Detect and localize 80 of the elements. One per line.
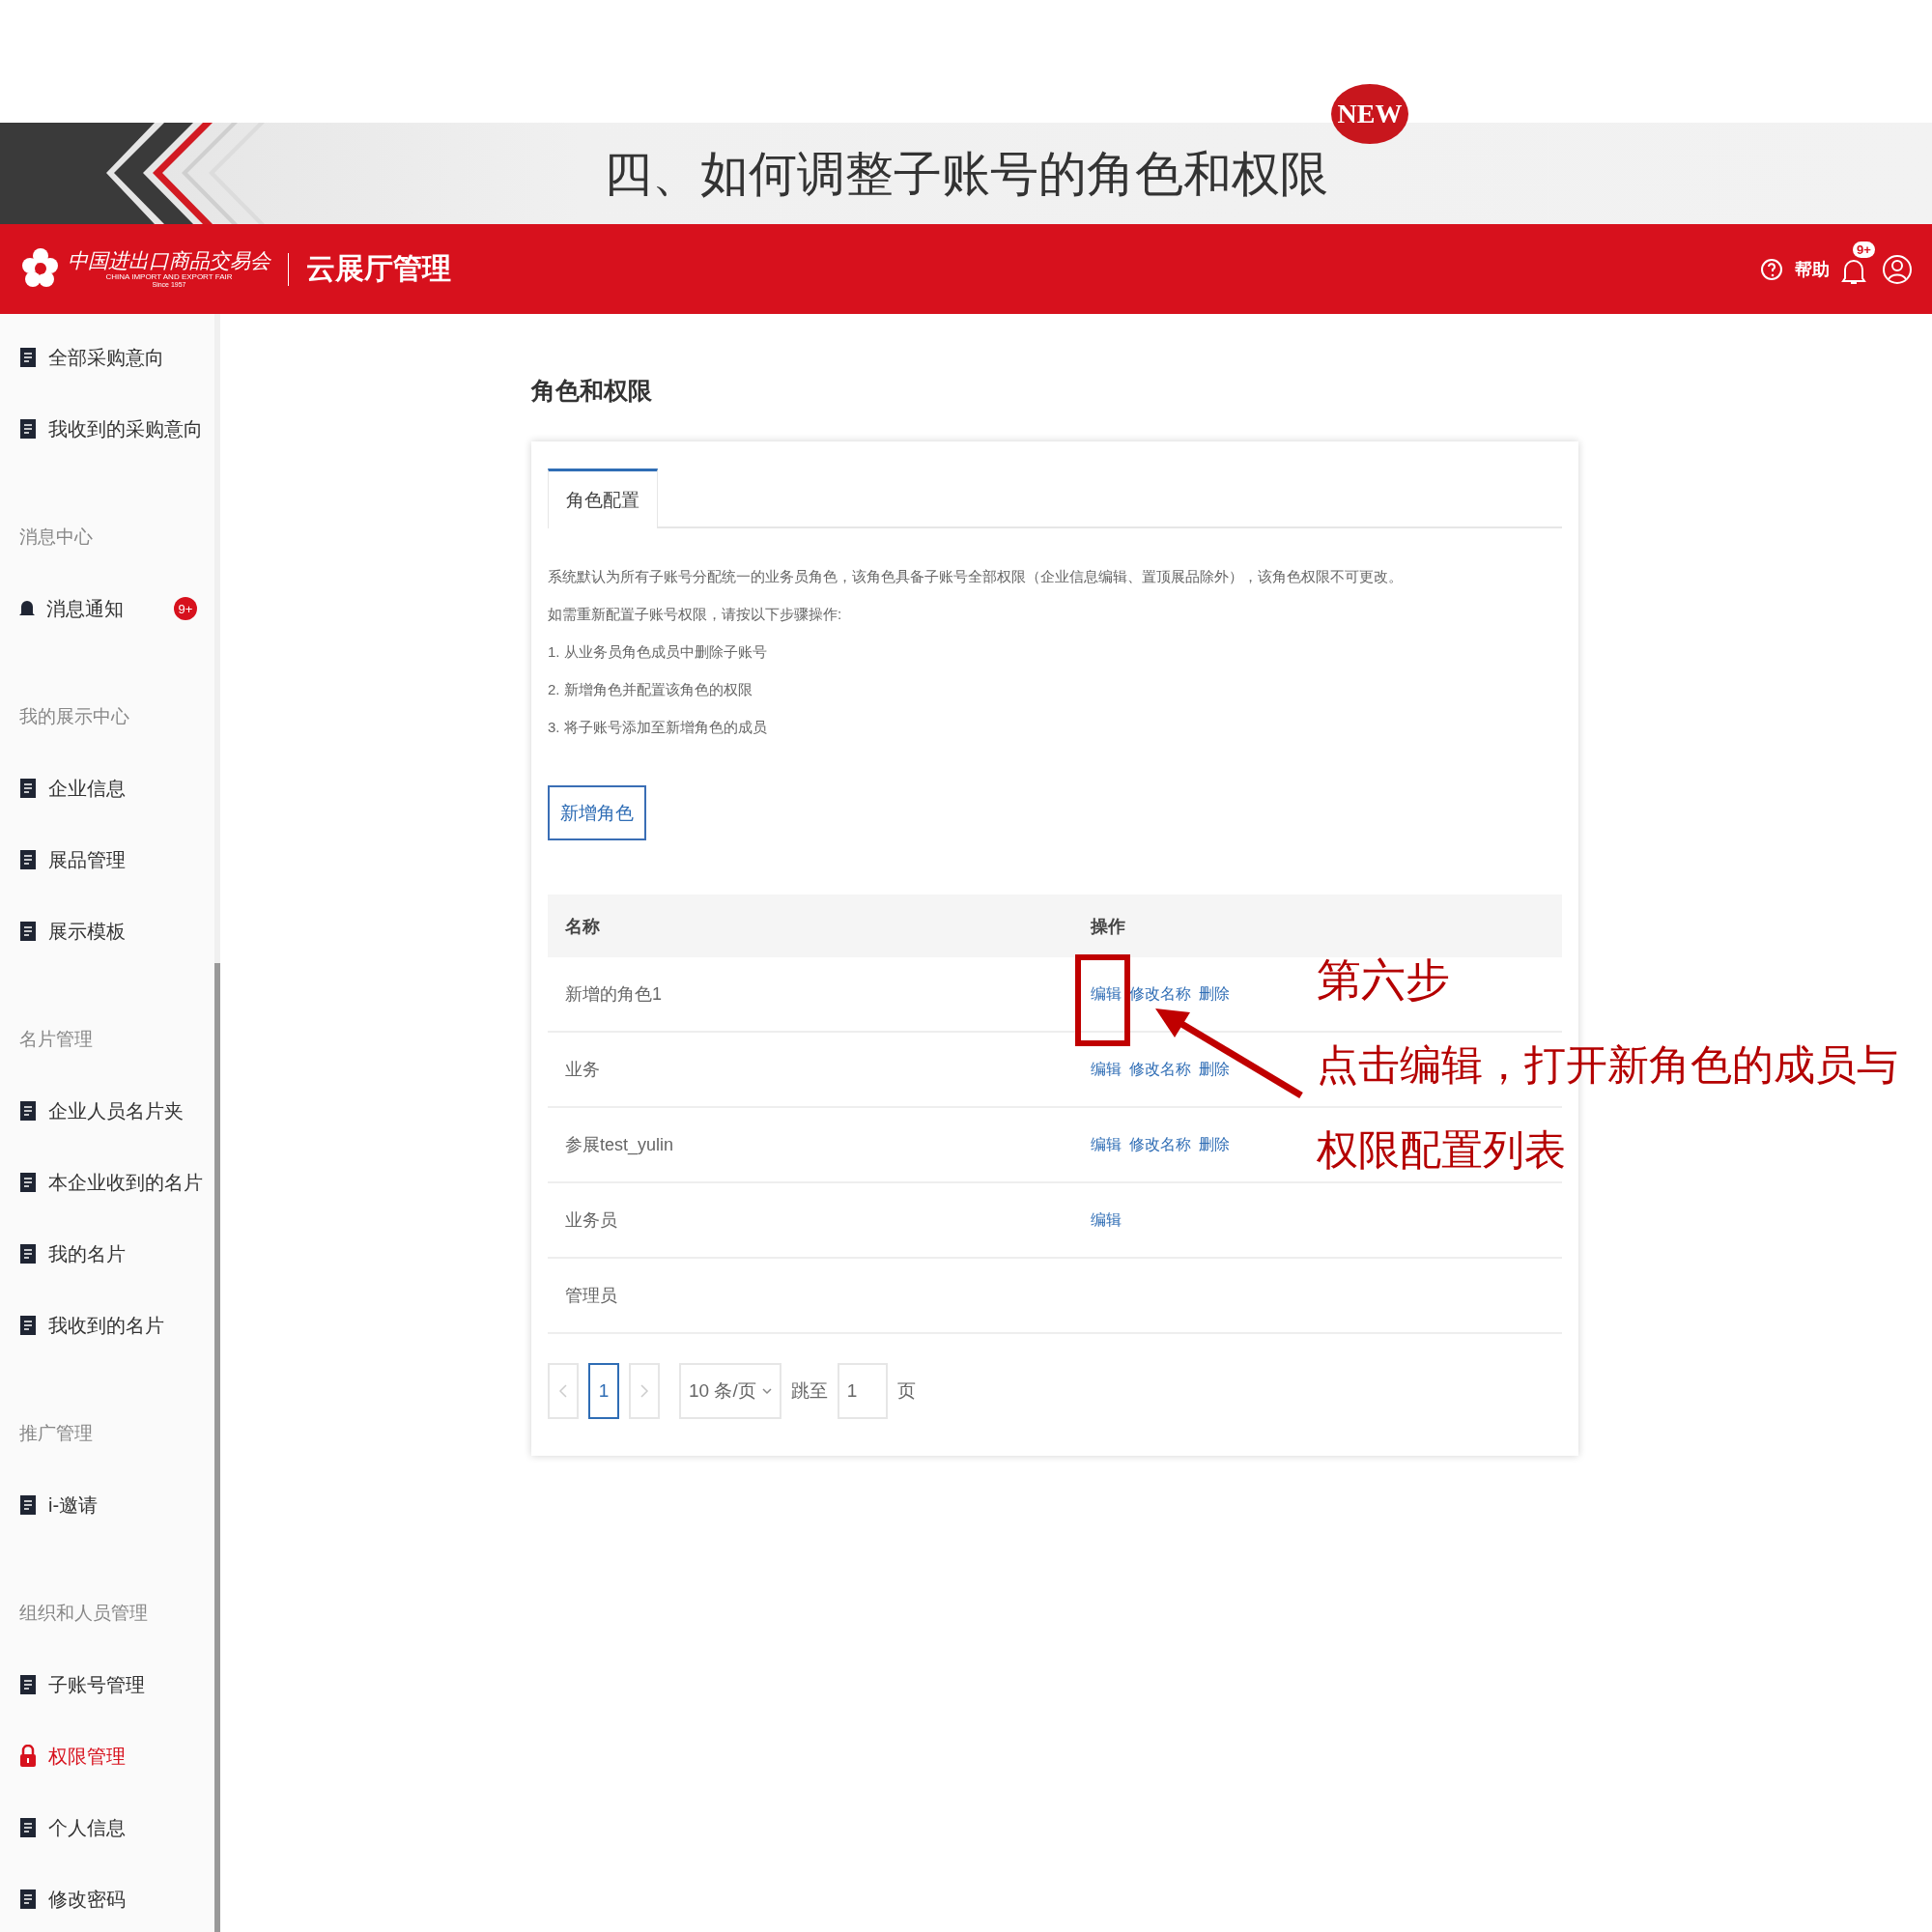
- tab[interactable]: 角色配置: [548, 469, 658, 528]
- action-link[interactable]: 修改名称: [1129, 985, 1191, 1002]
- document-icon: [19, 1100, 37, 1122]
- page-size-select[interactable]: 10 条/页: [679, 1363, 781, 1419]
- sidebar-section-label: 消息中心: [18, 526, 94, 549]
- role-name: 参展test_yulin: [565, 1135, 674, 1154]
- document-icon: [19, 1494, 37, 1516]
- new-badge: NEW: [1331, 84, 1408, 144]
- sidebar-item[interactable]: 我收到的采购意向: [48, 415, 203, 442]
- sidebar-item[interactable]: i-邀请: [48, 1492, 99, 1519]
- action-link[interactable]: 编辑: [1091, 985, 1122, 1002]
- document-icon: [19, 1172, 37, 1193]
- document-icon: [19, 347, 37, 368]
- sidebar-section-label: 组织和人员管理: [18, 1602, 149, 1625]
- page-title: 角色和权限: [531, 376, 653, 406]
- document-icon: [19, 1243, 37, 1264]
- goto-label: 跳至: [790, 1379, 828, 1403]
- column-header: 名称: [565, 916, 600, 936]
- sidebar-item[interactable]: 我收到的名片: [48, 1312, 164, 1339]
- document-icon: [19, 418, 37, 440]
- lock-icon: [19, 1745, 37, 1768]
- intro-text: 1. 从业务员角色成员中删除子账号: [548, 642, 768, 662]
- action-link[interactable]: 删除: [1199, 1061, 1230, 1077]
- sidebar-item[interactable]: 个人信息: [48, 1814, 126, 1841]
- sidebar-item[interactable]: 子账号管理: [48, 1671, 145, 1698]
- action-link[interactable]: 删除: [1199, 985, 1230, 1002]
- sidebar-item[interactable]: 企业人员名片夹: [48, 1097, 184, 1124]
- action-link[interactable]: 修改名称: [1129, 1061, 1191, 1077]
- action-link[interactable]: 编辑: [1091, 1211, 1122, 1228]
- action-link[interactable]: 修改名称: [1129, 1136, 1191, 1152]
- sidebar-section-label: 推广管理: [18, 1422, 94, 1445]
- action-link[interactable]: 编辑: [1091, 1061, 1122, 1077]
- action-link[interactable]: 编辑: [1091, 1136, 1122, 1152]
- intro-text: 2. 新增角色并配置该角色的权限: [548, 680, 753, 699]
- document-icon: [19, 1817, 37, 1838]
- intro-text: 3. 将子账号添加至新增角色的成员: [548, 718, 768, 737]
- notification-badge: 9+: [1853, 241, 1875, 258]
- step-instruction: 点击编辑，打开新角色的成员与权限配置列表: [1317, 1040, 1899, 1175]
- page-unit-label: 页: [896, 1379, 916, 1403]
- chevron-left-icon: [558, 1383, 568, 1399]
- app-name: 云展厅管理: [306, 251, 451, 286]
- role-name: 新增的角色1: [565, 984, 662, 1004]
- count-badge: 9+: [174, 597, 197, 620]
- sidebar-item[interactable]: 全部采购意向: [48, 344, 164, 371]
- logo-english-text: CHINA IMPORT AND EXPORT FAIR: [105, 271, 233, 282]
- goto-page-field[interactable]: 1: [837, 1363, 888, 1419]
- sidebar-item[interactable]: 企业信息: [48, 775, 126, 802]
- sidebar-item[interactable]: 权限管理: [48, 1743, 126, 1770]
- action-link[interactable]: 删除: [1199, 1136, 1230, 1152]
- user-icon[interactable]: [1882, 253, 1913, 285]
- help-link[interactable]: 帮助: [1795, 257, 1830, 281]
- caret-icon: [761, 1387, 772, 1395]
- role-name: 管理员: [565, 1286, 617, 1305]
- sidebar-section-label: 名片管理: [18, 1028, 94, 1051]
- document-icon: [19, 1315, 37, 1336]
- sidebar-item[interactable]: 修改密码: [48, 1886, 126, 1913]
- role-name: 业务: [565, 1060, 600, 1079]
- column-header: 操作: [1091, 916, 1125, 936]
- step-title: 第六步: [1317, 953, 1451, 1007]
- sidebar-item[interactable]: 本企业收到的名片: [48, 1169, 203, 1196]
- page-number-button[interactable]: 1: [588, 1363, 619, 1419]
- role-name: 业务员: [565, 1210, 617, 1230]
- scrollbar[interactable]: [214, 963, 220, 1932]
- sidebar-section-label: 我的展示中心: [18, 705, 130, 728]
- sidebar-item[interactable]: 展品管理: [48, 846, 126, 873]
- document-icon: [19, 778, 37, 799]
- slide-title: 四、如何调整子账号的角色和权限: [604, 149, 1328, 198]
- intro-text: 系统默认为所有子账号分配统一的业务员角色，该角色具备子账号全部权限（企业信息编辑、置顶展品除外），该角色权限不可更改。: [548, 567, 1404, 586]
- chevron-right-icon: [639, 1383, 649, 1399]
- intro-text: 如需重新配置子账号权限，请按以下步骤操作:: [548, 605, 843, 624]
- add-role-button[interactable]: 新增角色: [548, 785, 646, 840]
- sidebar-item[interactable]: 展示模板: [48, 918, 126, 945]
- document-icon: [19, 1889, 37, 1910]
- document-icon: [19, 849, 37, 870]
- document-icon: [19, 1674, 37, 1695]
- logo-chinese-text: 中国进出口商品交易会: [68, 248, 270, 272]
- sidebar-item[interactable]: 我的名片: [48, 1240, 126, 1267]
- sidebar-item[interactable]: 消息通知: [46, 595, 124, 622]
- help-icon[interactable]: [1760, 257, 1783, 281]
- document-icon: [19, 921, 37, 942]
